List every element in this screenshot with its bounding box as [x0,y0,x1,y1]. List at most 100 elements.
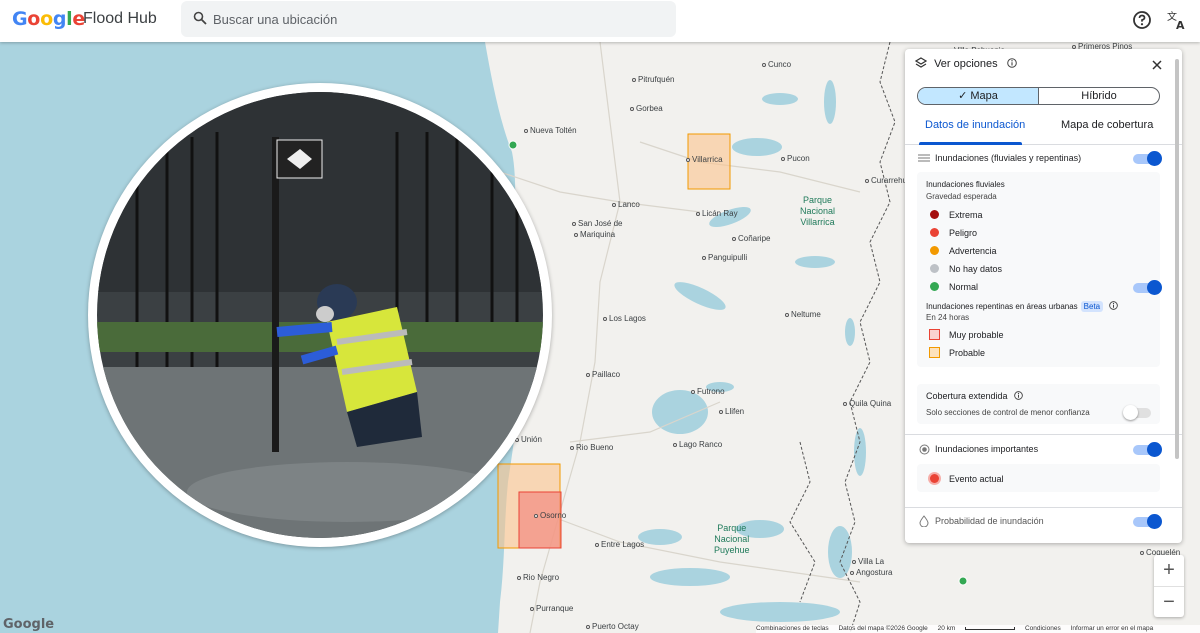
layers-icon [914,57,928,68]
riverine-title: Inundaciones fluviales [926,180,1005,189]
divider [905,434,1182,435]
severity-label: No hay datos [949,264,1003,274]
info-icon[interactable] [1014,391,1023,400]
place-label: Pitrufquén [632,75,674,84]
likely-label: Probable [949,348,986,358]
divider [905,507,1182,508]
search-box[interactable] [181,1,676,37]
park-label: Parque Nacional Villarrica [800,195,836,227]
place-label: Coñaripe [732,234,770,243]
view-mode-toggle[interactable]: ✓ Mapa Híbrido [917,87,1160,105]
beta-badge: Beta [1080,301,1104,312]
place-dot [781,156,785,161]
severity-dot [930,264,939,273]
very-likely-swatch [929,329,940,340]
place-label: Llifen [719,407,744,416]
place-label: Rio Bueno [570,443,613,452]
zoom-out-button[interactable]: − [1154,586,1184,617]
place-label: Paillaco [586,370,620,379]
place-dot [762,62,766,67]
place-label: Purranque [530,604,573,613]
map-google-logo: Google [3,617,55,632]
place-dot [572,221,576,226]
place-dot [574,232,578,237]
target-icon [919,444,930,455]
extended-coverage-card: Cobertura extendida Solo secciones de co… [917,384,1160,424]
search-icon [193,11,207,25]
riverine-legend-card: Inundaciones fluviales Gravedad esperada… [917,172,1162,367]
close-icon[interactable] [1152,60,1162,70]
severity-label: Advertencia [949,246,997,256]
place-label: Cunco [762,60,791,69]
place-label: Lago Ranco [673,440,722,449]
report-error-link[interactable]: Informar un error en el mapa [1071,625,1154,632]
place-dot [691,389,695,394]
keyboard-shortcuts-link[interactable]: Combinaciones de teclas [756,625,829,632]
severity-dot [930,228,939,237]
place-label: Lanco [612,200,640,209]
translate-icon[interactable]: 文 A [1166,9,1188,31]
tab-flood-data[interactable]: Datos de inundación [925,119,1025,131]
panel-title: Ver opciones [934,58,998,70]
check-icon: ✓ [958,90,971,102]
flood-photo [97,92,543,538]
riverine-flash-toggle[interactable] [1133,151,1162,166]
tab-coverage-map[interactable]: Mapa de cobertura [1061,119,1153,131]
current-event-card: Evento actual [917,464,1160,492]
place-label: Entre Lagos [595,540,644,549]
place-label: Mariquina [574,230,615,239]
very-likely-label: Muy probable [949,330,1004,340]
place-dot [534,513,538,518]
riverine-subtitle: Gravedad esperada [926,192,997,201]
place-label: Licán Ray [696,209,738,218]
search-input[interactable] [213,5,653,33]
normal-toggle[interactable] [1133,280,1162,295]
place-label: Panguipulli [702,253,747,262]
place-label: Rio Negro [517,573,559,582]
place-label: Neltume [785,310,821,319]
place-dot [843,401,847,406]
active-tab-indicator [919,142,1022,145]
info-icon[interactable] [1006,58,1017,68]
place-label: Los Lagos [603,314,646,323]
place-dot [852,559,856,564]
extended-coverage-toggle[interactable] [1123,405,1151,420]
severity-label: Peligro [949,228,978,238]
probability-toggle[interactable] [1133,514,1162,529]
place-label: Puerto Octay [586,622,639,631]
place-dot [673,442,677,447]
terms-link[interactable]: Condiciones [1025,625,1061,632]
place-dot [719,409,723,414]
probability-label: Probabilidad de inundación [935,516,1044,526]
place-dot [612,202,616,207]
significant-floods-toggle[interactable] [1133,442,1162,457]
view-mode-map[interactable]: ✓ Mapa [918,88,1039,104]
water-drop-icon [919,515,929,527]
map-footer: Combinaciones de teclas Datos del mapa ©… [756,625,1200,633]
current-event-label: Evento actual [949,474,1004,484]
park-label: Parque Nacional Puyehue [714,523,750,555]
help-icon[interactable] [1131,9,1153,31]
place-dot [517,575,521,580]
likely-swatch [929,347,940,358]
google-logo[interactable]: Google [12,8,85,30]
svg-text:A: A [1176,19,1185,31]
place-label: Villarrica [686,155,723,164]
severity-label: Normal [949,282,979,292]
place-dot [530,606,534,611]
zoom-in-button[interactable]: + [1154,555,1184,586]
app-name[interactable]: Flood Hub [83,10,157,28]
extended-coverage-subtitle: Solo secciones de control de menor confi… [926,408,1090,417]
panel-scrollbar[interactable] [1175,59,1179,459]
options-panel: Ver opciones ✓ Mapa Híbrido Datos de inu… [905,49,1182,543]
scale-label: 20 km [937,625,956,632]
place-dot [586,372,590,377]
view-mode-hybrid[interactable]: Híbrido [1039,88,1159,104]
severity-dot [930,210,939,219]
top-bar: Google Flood Hub 文 A [0,0,1200,42]
info-icon[interactable] [1109,301,1119,310]
place-dot [595,542,599,547]
place-dot [732,236,736,241]
place-label: Nueva Toltén [524,126,577,135]
place-dot [865,178,869,183]
